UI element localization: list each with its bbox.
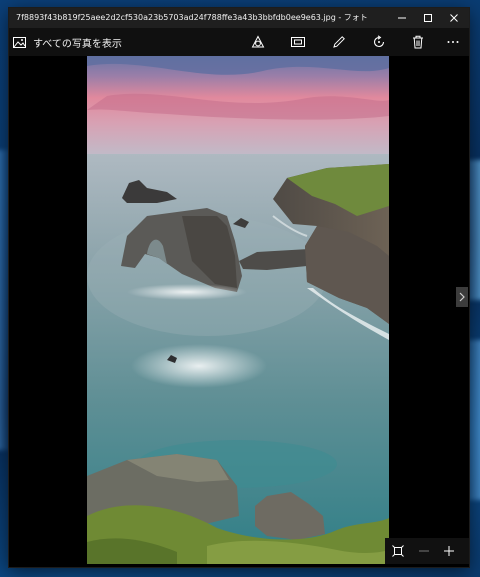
rotate-icon — [373, 35, 385, 48]
zoom-controls — [385, 538, 469, 564]
more-icon — [447, 41, 459, 43]
window-title: 7f8893f43b819f25aee2d2cf530a23b5703ad24f… — [16, 13, 368, 22]
maximize-icon — [424, 14, 432, 22]
close-icon — [450, 14, 458, 22]
photos-app-window: 7f8893f43b819f25aee2d2cf530a23b5703ad24f… — [9, 8, 469, 567]
edit-button[interactable] — [328, 32, 350, 52]
zoom-in-button[interactable] — [438, 541, 460, 561]
delete-button[interactable] — [407, 32, 429, 52]
rotate-button[interactable] — [368, 32, 390, 52]
fit-to-window-button[interactable] — [387, 541, 409, 561]
title-bar[interactable]: 7f8893f43b819f25aee2d2cf530a23b5703ad24f… — [9, 8, 469, 28]
photo-collection-icon — [13, 37, 26, 48]
enhance-button[interactable] — [247, 32, 269, 52]
see-all-photos-label: すべての写真を表示 — [33, 39, 122, 50]
chevron-right-icon — [459, 292, 465, 302]
slideshow-icon — [291, 37, 305, 47]
enhance-icon — [251, 35, 265, 48]
pencil-edit-icon — [333, 36, 345, 48]
minus-icon — [419, 550, 429, 552]
coastal-landscape-photo — [87, 56, 389, 564]
slideshow-button[interactable] — [287, 32, 309, 52]
next-photo-button[interactable] — [456, 287, 468, 307]
fit-to-window-icon — [392, 545, 404, 557]
zoom-out-button[interactable] — [413, 541, 435, 561]
see-all-photos-button[interactable]: すべての写真を表示 — [13, 35, 122, 50]
app-toolbar: すべての写真を表示 — [9, 28, 469, 56]
close-button[interactable] — [441, 8, 467, 28]
photo-viewer-image[interactable] — [87, 56, 389, 564]
more-button[interactable] — [442, 32, 464, 52]
plus-icon — [444, 546, 454, 556]
maximize-button[interactable] — [415, 8, 441, 28]
minimize-icon — [398, 17, 406, 19]
minimize-button[interactable] — [389, 8, 415, 28]
delete-icon — [413, 35, 423, 49]
